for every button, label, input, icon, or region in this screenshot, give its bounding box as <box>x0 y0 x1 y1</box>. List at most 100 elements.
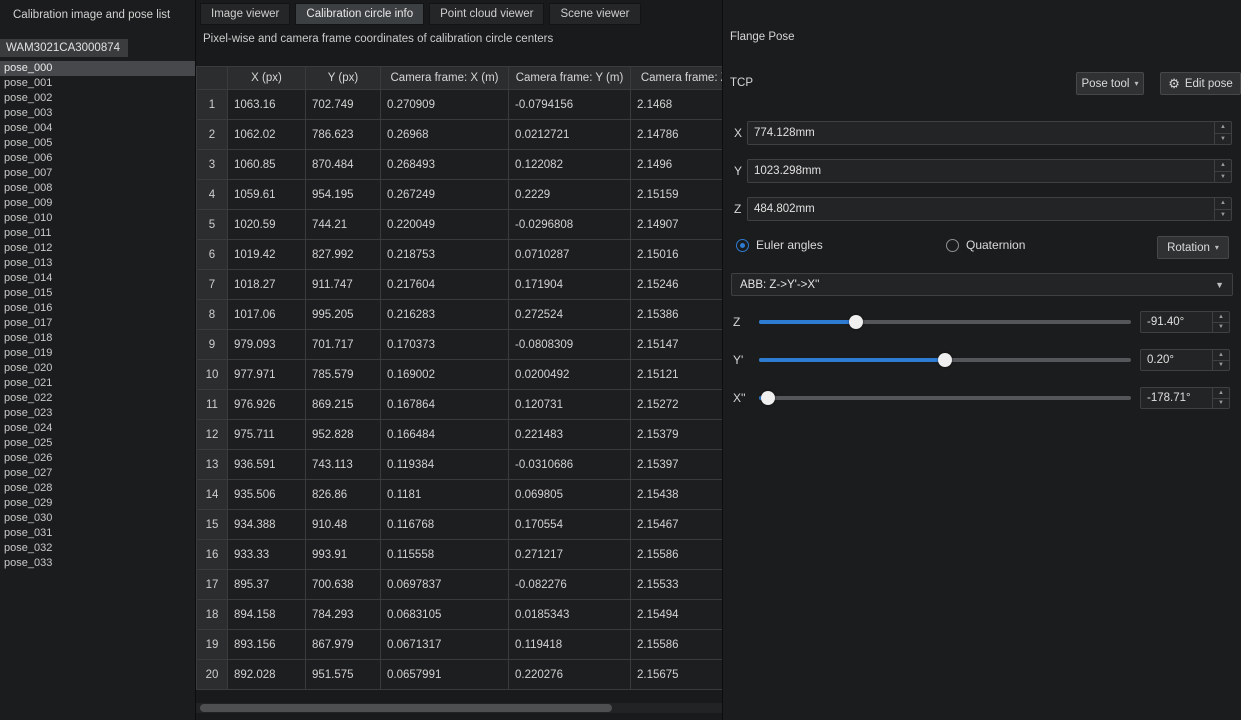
pose-list-item[interactable]: pose_009 <box>0 196 195 211</box>
pose-list-item[interactable]: pose_022 <box>0 391 195 406</box>
table-row[interactable]: 16933.33993.910.1155580.2712172.15586 <box>197 540 723 570</box>
pose-list-item[interactable]: pose_013 <box>0 256 195 271</box>
z-value-input[interactable]: 484.802mm▲▼ <box>747 197 1232 221</box>
table-row[interactable]: 11063.16702.7490.270909-0.07941562.1468 <box>197 90 723 120</box>
pose-list-item[interactable]: pose_014 <box>0 271 195 286</box>
spin-buttons[interactable]: ▲▼ <box>1214 198 1231 220</box>
table-row[interactable]: 18894.158784.2930.06831050.01853432.1549… <box>197 600 723 630</box>
spin-down-icon[interactable]: ▼ <box>1213 361 1229 371</box>
edit-pose-button[interactable]: ⚙ Edit pose <box>1160 72 1241 95</box>
pose-list-item[interactable]: pose_004 <box>0 121 195 136</box>
rotation-convention-select[interactable]: ABB: Z->Y'->X'' ▼ <box>731 273 1233 296</box>
pose-list-item[interactable]: pose_032 <box>0 541 195 556</box>
pose-list-item[interactable]: pose_024 <box>0 421 195 436</box>
column-header-x-px[interactable]: X (px) <box>228 67 306 90</box>
spin-down-icon[interactable]: ▼ <box>1213 323 1229 333</box>
table-row[interactable]: 51020.59744.210.220049-0.02968082.14907 <box>197 210 723 240</box>
pose-list-item[interactable]: pose_000 <box>0 61 195 76</box>
pose-list-item[interactable]: pose_006 <box>0 151 195 166</box>
pose-list-item[interactable]: pose_001 <box>0 76 195 91</box>
pose-list-item[interactable]: pose_028 <box>0 481 195 496</box>
pose-list-item[interactable]: pose_007 <box>0 166 195 181</box>
tab-point-cloud-viewer[interactable]: Point cloud viewer <box>429 3 544 25</box>
pose-list-item[interactable]: pose_002 <box>0 91 195 106</box>
y-slider-track[interactable] <box>759 358 1131 362</box>
pose-list-item[interactable]: pose_030 <box>0 511 195 526</box>
column-header-camera-frame-y-m[interactable]: Camera frame: Y (m) <box>509 67 631 90</box>
pose-list-item[interactable]: pose_025 <box>0 436 195 451</box>
spin-up-icon[interactable]: ▲ <box>1213 312 1229 323</box>
pose-list-item[interactable]: pose_003 <box>0 106 195 121</box>
tab-scene-viewer[interactable]: Scene viewer <box>549 3 640 25</box>
table-row[interactable]: 14935.506826.860.11810.0698052.15438 <box>197 480 723 510</box>
spin-up-icon[interactable]: ▲ <box>1215 160 1231 172</box>
column-header-camera-frame-z-m[interactable]: Camera frame: Z (m) <box>631 67 723 90</box>
table-row[interactable]: 9979.093701.7170.170373-0.08083092.15147 <box>197 330 723 360</box>
x-slider-track[interactable] <box>759 396 1131 400</box>
spin-buttons[interactable]: ▲▼ <box>1212 312 1229 332</box>
table-row[interactable]: 13936.591743.1130.119384-0.03106862.1539… <box>197 450 723 480</box>
tab-calibration-circle-info[interactable]: Calibration circle info <box>295 3 424 25</box>
z-slider-track[interactable] <box>759 320 1131 324</box>
table-row[interactable]: 81017.06995.2050.2162830.2725242.15386 <box>197 300 723 330</box>
pose-list-item[interactable]: pose_031 <box>0 526 195 541</box>
pose-list-item[interactable]: pose_026 <box>0 451 195 466</box>
pose-list-item[interactable]: pose_029 <box>0 496 195 511</box>
pose-list-item[interactable]: pose_012 <box>0 241 195 256</box>
table-row[interactable]: 17895.37700.6380.0697837-0.0822762.15533 <box>197 570 723 600</box>
spin-up-icon[interactable]: ▲ <box>1215 198 1231 210</box>
pose-list-item[interactable]: pose_020 <box>0 361 195 376</box>
rotation-button[interactable]: Rotation ▾ <box>1157 236 1229 259</box>
table-row[interactable]: 61019.42827.9920.2187530.07102872.15016 <box>197 240 723 270</box>
table-row[interactable]: 12975.711952.8280.1664840.2214832.15379 <box>197 420 723 450</box>
spin-up-icon[interactable]: ▲ <box>1215 122 1231 134</box>
column-header-camera-frame-x-m[interactable]: Camera frame: X (m) <box>381 67 509 90</box>
table-row[interactable]: 11976.926869.2150.1678640.1207312.15272 <box>197 390 723 420</box>
pose-list-item[interactable]: pose_023 <box>0 406 195 421</box>
slider-handle[interactable] <box>849 315 863 329</box>
spin-buttons[interactable]: ▲▼ <box>1212 388 1229 408</box>
y-value-input[interactable]: 1023.298mm▲▼ <box>747 159 1232 183</box>
scrollbar-thumb[interactable] <box>200 704 612 712</box>
spin-up-icon[interactable]: ▲ <box>1213 388 1229 399</box>
pose-list-item[interactable]: pose_027 <box>0 466 195 481</box>
device-list-item[interactable]: WAM3021CA3000874 <box>0 39 128 57</box>
pose-list-item[interactable]: pose_033 <box>0 556 195 571</box>
radio-quaternion[interactable]: Quaternion <box>946 238 1025 252</box>
table-row[interactable]: 10977.971785.5790.1690020.02004922.15121 <box>197 360 723 390</box>
pose-list-item[interactable]: pose_010 <box>0 211 195 226</box>
x-value-input[interactable]: 774.128mm▲▼ <box>747 121 1232 145</box>
z-angle-input[interactable]: -91.40°▲▼ <box>1140 311 1230 333</box>
pose-list-item[interactable]: pose_021 <box>0 376 195 391</box>
pose-list-item[interactable]: pose_017 <box>0 316 195 331</box>
table-row[interactable]: 31060.85870.4840.2684930.1220822.1496 <box>197 150 723 180</box>
pose-list-item[interactable]: pose_005 <box>0 136 195 151</box>
column-header-y-px[interactable]: Y (px) <box>306 67 381 90</box>
table-row[interactable]: 21062.02786.6230.269680.02127212.14786 <box>197 120 723 150</box>
spin-up-icon[interactable]: ▲ <box>1213 350 1229 361</box>
pose-list-item[interactable]: pose_015 <box>0 286 195 301</box>
spin-buttons[interactable]: ▲▼ <box>1214 122 1231 144</box>
spin-down-icon[interactable]: ▼ <box>1215 134 1231 145</box>
slider-handle[interactable] <box>761 391 775 405</box>
radio-euler-angles[interactable]: Euler angles <box>736 238 823 252</box>
tab-image-viewer[interactable]: Image viewer <box>200 3 290 25</box>
pose-list-item[interactable]: pose_008 <box>0 181 195 196</box>
spin-down-icon[interactable]: ▼ <box>1215 210 1231 221</box>
pose-list-item[interactable]: pose_018 <box>0 331 195 346</box>
y-angle-input[interactable]: 0.20°▲▼ <box>1140 349 1230 371</box>
pose-tool-button[interactable]: Pose tool ▾ <box>1076 72 1144 95</box>
table-row[interactable]: 71018.27911.7470.2176040.1719042.15246 <box>197 270 723 300</box>
x-angle-input[interactable]: -178.71°▲▼ <box>1140 387 1230 409</box>
spin-down-icon[interactable]: ▼ <box>1215 172 1231 183</box>
slider-handle[interactable] <box>938 353 952 367</box>
spin-buttons[interactable]: ▲▼ <box>1214 160 1231 182</box>
pose-list-item[interactable]: pose_016 <box>0 301 195 316</box>
table-row[interactable]: 41059.61954.1950.2672490.22292.15159 <box>197 180 723 210</box>
spin-buttons[interactable]: ▲▼ <box>1212 350 1229 370</box>
spin-down-icon[interactable]: ▼ <box>1213 399 1229 409</box>
horizontal-scrollbar[interactable] <box>196 703 722 713</box>
pose-list-item[interactable]: pose_011 <box>0 226 195 241</box>
table-row[interactable]: 19893.156867.9790.06713170.1194182.15586 <box>197 630 723 660</box>
table-row[interactable]: 15934.388910.480.1167680.1705542.15467 <box>197 510 723 540</box>
